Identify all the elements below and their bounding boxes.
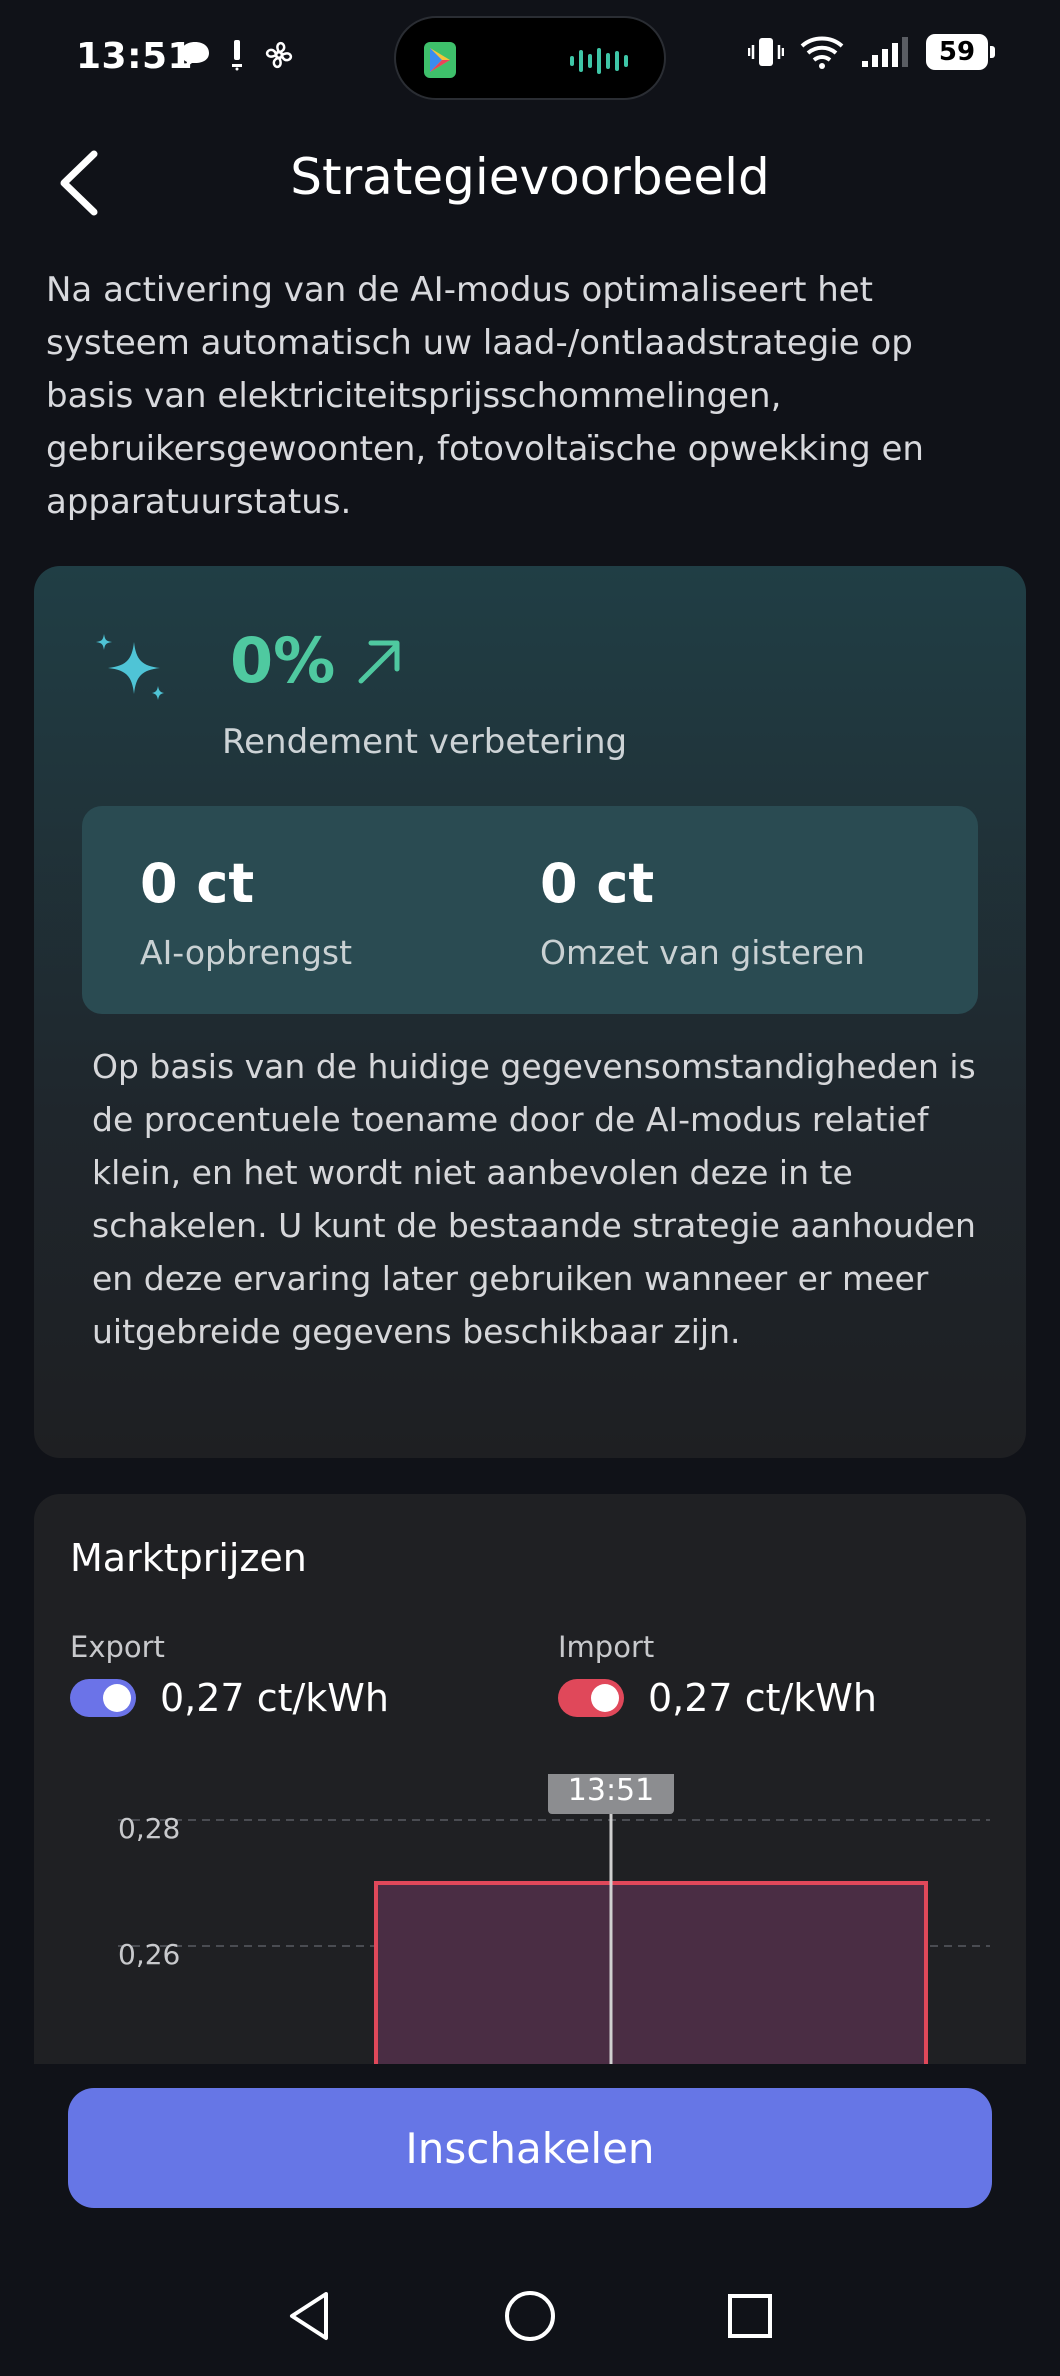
ai-revenue-value: 0 ct: [140, 852, 255, 915]
intro-description: Na activering van de AI-modus optimalise…: [46, 270, 924, 522]
ai-revenue-stat: 0 ct AI-opbrengst: [140, 852, 352, 972]
toggle-knob: [103, 1684, 131, 1712]
export-legend: Export 0,27 ct/kWh: [70, 1630, 389, 1720]
screen: 13:51 59 Strategievoorbeeld Na activerin…: [0, 0, 1060, 2376]
import-price-bar: [374, 1881, 928, 2064]
battery-indicator: 59: [926, 34, 995, 70]
ai-recommendation-note: Op basis van de huidige gegevensomstandi…: [92, 1047, 976, 1351]
notification-icons: [178, 38, 296, 72]
import-legend: Import 0,27 ct/kWh: [558, 1630, 877, 1720]
audio-wave-icon: [570, 48, 628, 74]
export-price: 0,27 ct/kWh: [160, 1676, 389, 1720]
ai-stats-panel: 0 ct AI-opbrengst 0 ct Omzet van gistere…: [82, 806, 978, 1014]
sparkle-icon: [96, 634, 164, 700]
chat-bubble-icon: [181, 42, 209, 68]
y-tick-label-2: 0,26: [118, 1938, 180, 1971]
import-toggle[interactable]: [558, 1679, 624, 1717]
export-row: 0,27 ct/kWh: [70, 1676, 389, 1720]
import-label: Import: [558, 1630, 655, 1664]
nav-recent-apps-icon[interactable]: [722, 2288, 778, 2344]
navigation-bar: [0, 2260, 1060, 2376]
play-store-icon: [424, 42, 456, 78]
ai-revenue-label: AI-opbrengst: [140, 933, 353, 972]
efficiency-row: 0%: [230, 624, 405, 697]
signal-icon: [862, 37, 908, 67]
ai-efficiency-card: 0% Rendement verbetering 0 ct AI-opbreng…: [34, 566, 1026, 1458]
y-tick-label-1: 0,28: [118, 1812, 180, 1845]
status-time: 13:51: [76, 36, 194, 77]
status-bar: 13:51 59: [0, 0, 1060, 118]
export-toggle[interactable]: [70, 1679, 136, 1717]
efficiency-label: Rendement verbetering: [222, 722, 628, 762]
export-label: Export: [70, 1630, 165, 1664]
yesterday-revenue-stat: 0 ct Omzet van gisteren: [540, 852, 865, 972]
fan-icon: [265, 41, 293, 69]
toggle-knob: [591, 1684, 619, 1712]
nav-home-icon[interactable]: [502, 2288, 558, 2344]
market-title: Marktprijzen: [70, 1536, 307, 1580]
page-title: Strategievoorbeeld: [290, 148, 770, 206]
import-row: 0,27 ct/kWh: [558, 1676, 877, 1720]
efficiency-value: 0%: [230, 624, 336, 697]
alert-icon: [232, 40, 242, 71]
import-price: 0,27 ct/kWh: [648, 1676, 877, 1720]
yesterday-revenue-label: Omzet van gisteren: [540, 933, 865, 972]
dynamic-island: [394, 16, 666, 100]
arrow-up-right-icon: [358, 640, 400, 683]
system-status: 59: [748, 34, 995, 70]
enable-button[interactable]: Inschakelen: [68, 2088, 992, 2208]
wifi-icon: [800, 36, 844, 69]
market-prices-card: Marktprijzen Export 0,27 ct/kWh Import 0…: [34, 1494, 1026, 2064]
nav-back-icon[interactable]: [282, 2288, 338, 2344]
yesterday-revenue-value: 0 ct: [540, 852, 655, 915]
time-cursor-label: 13:51: [568, 1774, 654, 1808]
price-chart: 0,28 0,26 13:51: [118, 1774, 990, 2064]
vibrate-icon: [748, 38, 784, 66]
